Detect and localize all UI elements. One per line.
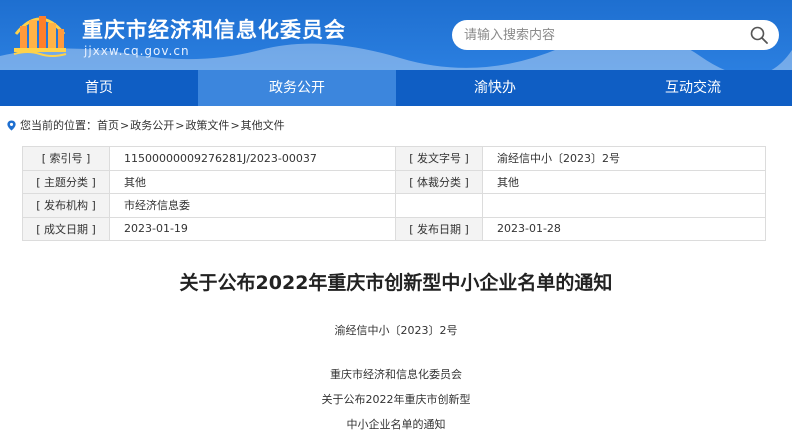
site-url: jjxxw.cq.gov.cn	[84, 44, 190, 58]
breadcrumb: 您当前的位置： 首页 > 政务公开 > 政策文件 > 其他文件	[6, 117, 285, 133]
table-row: [ 成文日期 ] 2023-01-19 [ 发布日期 ] 2023-01-28	[22, 216, 766, 241]
search-input[interactable]	[464, 25, 744, 45]
site-title[interactable]: 重庆市经济和信息化委员会	[82, 14, 346, 44]
meta-value-genre-category: 其他	[482, 169, 766, 194]
article-body-line: 关于公布2022年重庆市创新型	[321, 393, 471, 406]
breadcrumb-government-affairs[interactable]: 政务公开	[130, 117, 174, 133]
nav-item-home[interactable]: 首页	[0, 70, 198, 106]
nav-item-interaction[interactable]: 互动交流	[594, 70, 792, 106]
meta-empty-cell	[482, 193, 766, 218]
meta-key-genre-category: [ 体裁分类 ]	[395, 169, 483, 194]
table-row: [ 主题分类 ] 其他 [ 体裁分类 ] 其他	[22, 169, 766, 194]
meta-value-publish-date: 2023-01-28	[482, 216, 766, 241]
main-nav: 首页 政务公开 渝快办 互动交流	[0, 70, 792, 106]
meta-value-document-number: 渝经信中小〔2023〕2号	[482, 146, 766, 171]
meta-key-index-number: [ 索引号 ]	[22, 146, 110, 171]
meta-value-index-number: 11500000009276281J/2023-00037	[109, 146, 396, 171]
nav-item-government-affairs[interactable]: 政务公开	[198, 70, 396, 106]
nav-item-yukuaiban[interactable]: 渝快办	[396, 70, 594, 106]
city-skyline-logo-icon[interactable]	[10, 10, 70, 60]
breadcrumb-prefix: 您当前的位置：	[20, 119, 97, 132]
article-body-line: 重庆市经济和信息化委员会	[330, 368, 462, 381]
search-icon[interactable]	[749, 25, 769, 45]
meta-key-issuing-agency: [ 发布机构 ]	[22, 193, 110, 218]
meta-key-topic-category: [ 主题分类 ]	[22, 169, 110, 194]
article-document-number: 渝经信中小〔2023〕2号	[334, 324, 458, 337]
breadcrumb-separator: >	[175, 118, 185, 132]
site-header: 重庆市经济和信息化委员会 jjxxw.cq.gov.cn	[0, 0, 792, 70]
breadcrumb-policy-documents[interactable]: 政策文件	[185, 117, 229, 133]
article-title: 关于公布2022年重庆市创新型中小企业名单的通知	[179, 272, 613, 294]
breadcrumb-separator: >	[230, 118, 240, 132]
meta-value-issuing-agency: 市经济信息委	[109, 193, 396, 218]
meta-value-topic-category: 其他	[109, 169, 396, 194]
breadcrumb-separator: >	[120, 118, 130, 132]
article-body-line: 中小企业名单的通知	[346, 418, 446, 431]
meta-empty-cell	[395, 193, 483, 218]
document-metadata-table: [ 索引号 ] 11500000009276281J/2023-00037 [ …	[22, 146, 766, 241]
meta-key-document-number: [ 发文字号 ]	[395, 146, 483, 171]
meta-key-written-date: [ 成文日期 ]	[22, 216, 110, 241]
meta-key-publish-date: [ 发布日期 ]	[395, 216, 483, 241]
meta-value-written-date: 2023-01-19	[109, 216, 396, 241]
table-row: [ 索引号 ] 11500000009276281J/2023-00037 [ …	[22, 146, 766, 171]
location-pin-icon	[7, 119, 16, 131]
breadcrumb-other-documents[interactable]: 其他文件	[241, 117, 285, 133]
table-row: [ 发布机构 ] 市经济信息委	[22, 193, 766, 218]
search-box	[452, 20, 779, 50]
breadcrumb-home[interactable]: 首页	[97, 117, 119, 133]
